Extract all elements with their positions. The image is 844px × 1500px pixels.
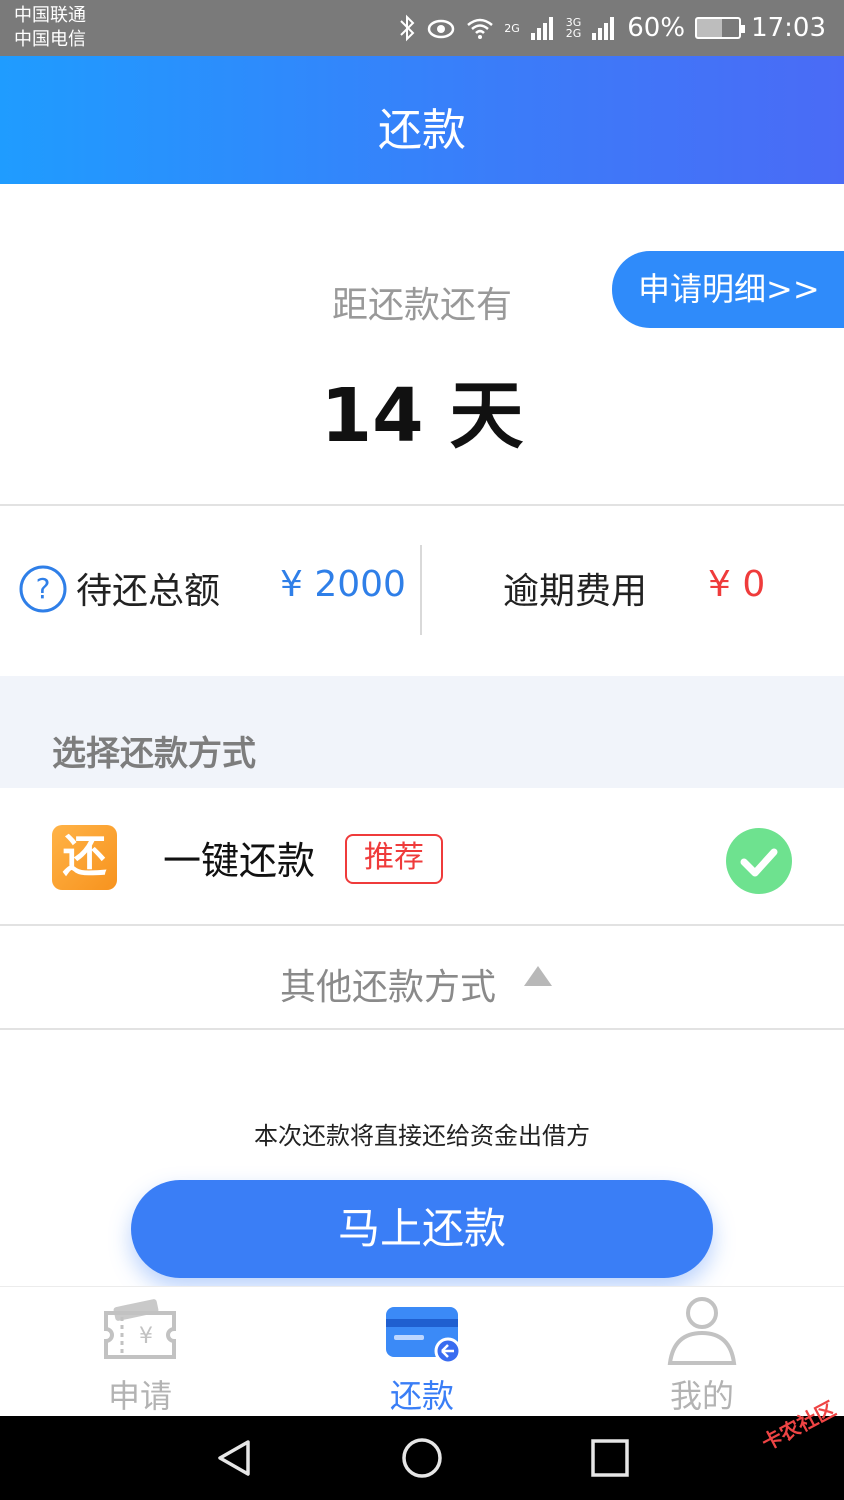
net-label-2b: 2G [565, 27, 582, 40]
method-section-title: 选择还款方式 [52, 734, 256, 774]
late-fee-label: 逾期费用 [503, 571, 648, 612]
caret-up-icon [524, 966, 552, 986]
home-icon[interactable] [400, 1436, 444, 1480]
repay-now-button[interactable]: 马上还款 [131, 1180, 713, 1278]
one-click-repay-option[interactable]: 还 一键还款 推荐 [0, 788, 844, 926]
carrier-2: 中国电信 [14, 29, 86, 50]
tab-apply[interactable]: ¥ 申请 [50, 1287, 230, 1417]
svg-text:?: ? [36, 572, 51, 605]
tab-repay[interactable]: 还款 [332, 1287, 512, 1417]
recents-icon[interactable] [588, 1436, 632, 1480]
other-methods-label: 其他还款方式 [280, 967, 497, 1008]
bluetooth-icon [400, 14, 415, 42]
tab-repay-label: 还款 [389, 1377, 454, 1415]
clock: 17:03 [751, 13, 826, 43]
other-methods-toggle[interactable]: 其他还款方式 [0, 928, 844, 1030]
eye-icon [427, 19, 455, 39]
carrier-1: 中国联通 [14, 5, 86, 26]
total-due-label: 待还总额 [76, 571, 221, 612]
net-label-1: 2G [504, 21, 520, 35]
ticket-icon: ¥ [104, 1299, 176, 1359]
tab-apply-label: 申请 [107, 1377, 172, 1415]
carrier-info: 中国联通 中国电信 [14, 4, 86, 52]
repayment-page: 中国联通 中国电信 2G 3G 2G 60% 17:03 还款 申请明细>> 距… [0, 0, 844, 1500]
user-icon [667, 1297, 737, 1365]
battery-percent: 60% [627, 13, 686, 43]
divider [0, 504, 844, 506]
countdown-label: 距还款还有 [331, 285, 512, 326]
question-icon[interactable]: ? [18, 564, 68, 614]
svg-text:¥: ¥ [139, 1324, 153, 1349]
recommend-badge: 推荐 [345, 834, 443, 884]
amount-separator [420, 545, 422, 635]
tab-mine-label: 我的 [669, 1377, 734, 1415]
battery-icon [695, 17, 746, 39]
countdown-days: 14 天 [320, 373, 524, 459]
network-type-1: 2G [504, 23, 520, 34]
repay-method-icon: 还 [52, 825, 117, 890]
check-icon [726, 828, 792, 894]
system-navigation-bar [0, 1416, 844, 1500]
repay-note: 本次还款将直接还给资金出借方 [254, 1122, 590, 1150]
app-header: 还款 [0, 56, 844, 184]
card-icon [386, 1307, 462, 1365]
late-fee-value: ¥ 0 [708, 564, 766, 605]
network-type-2: 3G 2G [566, 17, 582, 39]
method-name: 一键还款 [163, 839, 316, 883]
total-due-value: ¥ 2000 [280, 564, 406, 605]
status-icons: 2G 3G 2G 60% 17:03 [398, 8, 826, 48]
page-title: 还款 [378, 105, 466, 156]
signal-icon-2 [592, 17, 615, 40]
signal-icon [530, 17, 553, 40]
method-section-header: 选择还款方式 [0, 676, 844, 788]
wifi-icon [467, 18, 494, 39]
tab-mine[interactable]: 我的 [612, 1287, 792, 1417]
bottom-tab-bar: ¥ 申请 还款 我的 [0, 1286, 844, 1416]
status-bar: 中国联通 中国电信 2G 3G 2G 60% 17:03 [0, 0, 844, 56]
back-icon[interactable] [212, 1436, 256, 1480]
